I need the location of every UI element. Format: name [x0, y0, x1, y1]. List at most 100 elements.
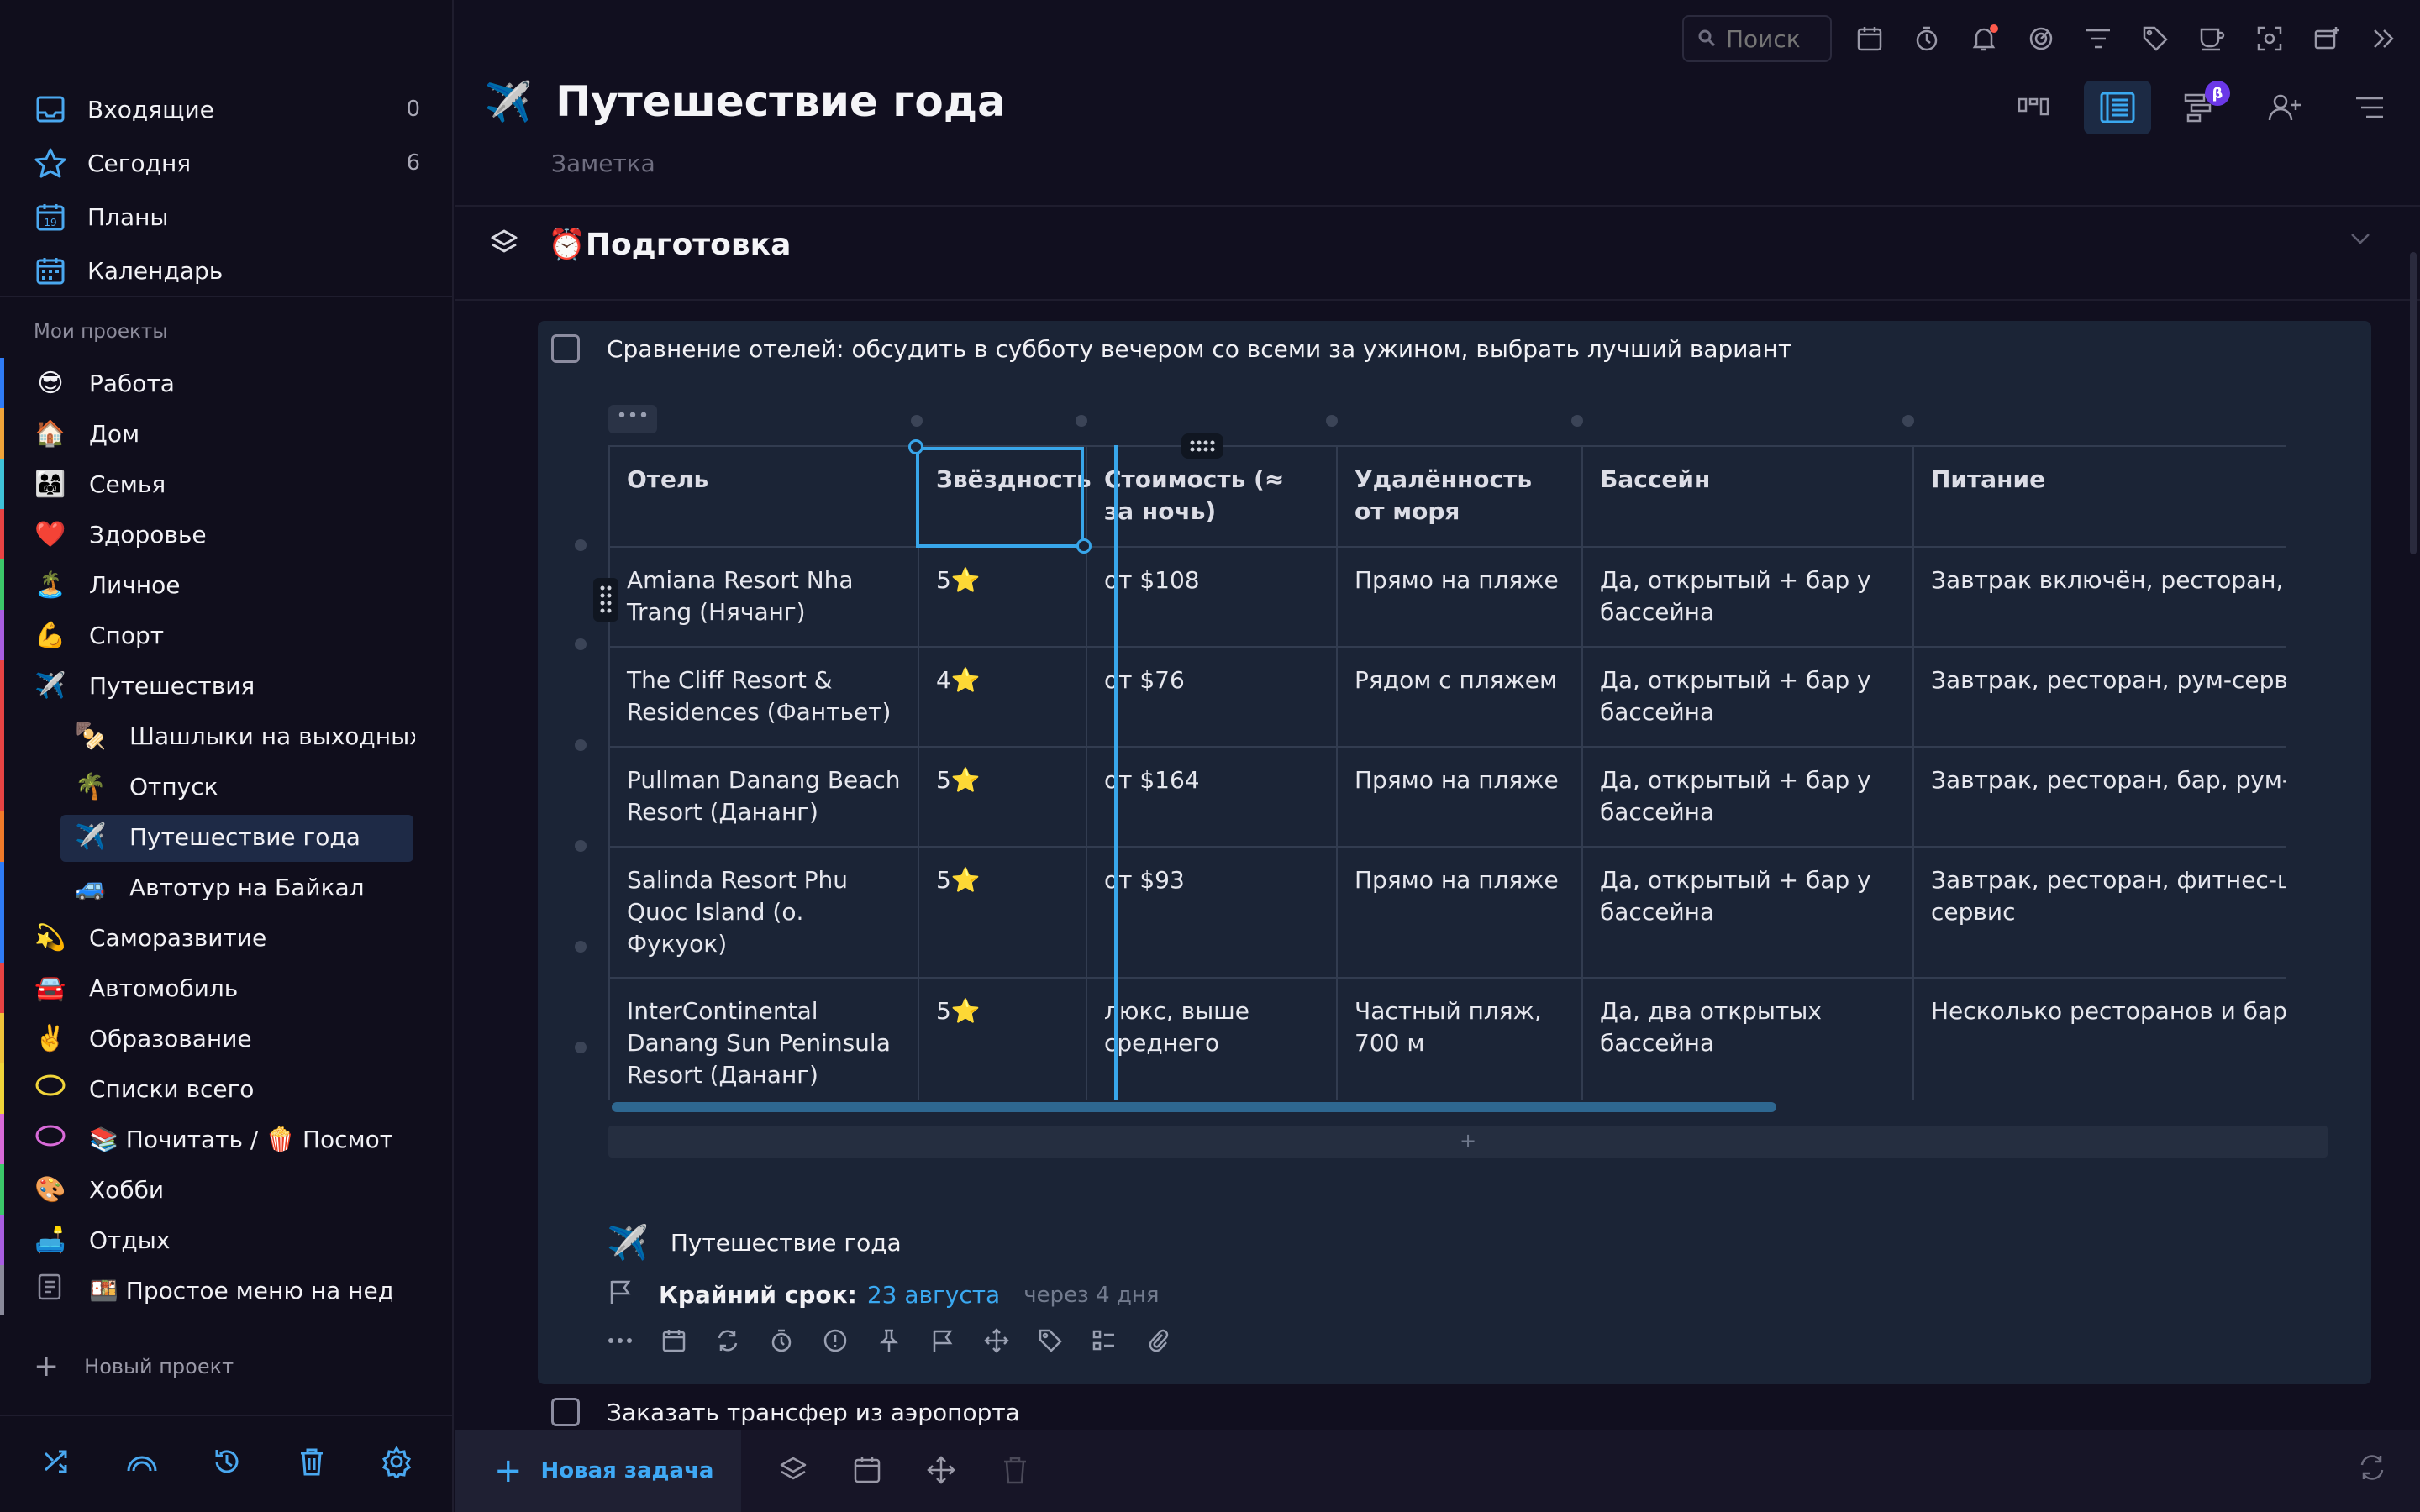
- pin-icon[interactable]: [874, 1326, 904, 1356]
- col-handle-dot[interactable]: [1571, 415, 1583, 427]
- row-handle-dot[interactable]: [575, 539, 587, 551]
- col-handle-dot[interactable]: [1902, 415, 1914, 427]
- column-grip-icon[interactable]: [1181, 433, 1223, 459]
- table-cell[interactable]: Несколько ресторанов и баров: [1912, 977, 2286, 1100]
- sidebar-project-item[interactable]: 🏠 Дом: [0, 408, 454, 459]
- table-cell[interactable]: Да, открытый + бар у бассейна: [1581, 746, 1914, 848]
- row-handle-dot[interactable]: [575, 739, 587, 751]
- tag-icon[interactable]: [1035, 1326, 1065, 1356]
- table-cell[interactable]: 5⭐: [918, 746, 1087, 848]
- table-header-cell[interactable]: Удалённость от моря: [1336, 445, 1583, 548]
- row-handle-dot[interactable]: [575, 1042, 587, 1053]
- table-cell[interactable]: InterContinental Danang Sun Peninsula Re…: [608, 977, 919, 1100]
- task-title[interactable]: Заказать трансфер из аэропорта: [607, 1399, 1020, 1426]
- new-task-button[interactable]: + Новая задача: [455, 1430, 741, 1512]
- sidebar-project-item[interactable]: 🎨 Хобби: [0, 1164, 454, 1215]
- screenshot-icon[interactable]: [2250, 19, 2289, 58]
- gantt-view-icon[interactable]: β: [2168, 81, 2235, 134]
- table-cell[interactable]: Pullman Danang Beach Resort (Дананг): [608, 746, 919, 848]
- selection-handle-bottom[interactable]: [1076, 538, 1092, 554]
- table-cell[interactable]: Прямо на пляже: [1336, 846, 1583, 979]
- row-handle-dot[interactable]: [575, 638, 587, 650]
- shuffle-icon[interactable]: [37, 1441, 77, 1482]
- table-menu-button[interactable]: •••: [608, 405, 657, 433]
- chevron-down-icon[interactable]: [2349, 232, 2371, 249]
- task-title[interactable]: Сравнение отелей: обсудить в субботу веч…: [607, 335, 1791, 363]
- flag-icon[interactable]: [928, 1326, 958, 1356]
- expand-right-icon[interactable]: [2365, 19, 2403, 58]
- sidebar-project-item[interactable]: 🛋️ Отдых: [0, 1215, 454, 1265]
- row-drag-handle-icon[interactable]: [593, 578, 618, 622]
- history-icon[interactable]: [207, 1441, 247, 1482]
- sidebar-project-item[interactable]: 🚘 Автомобиль: [0, 963, 454, 1013]
- task-project[interactable]: ✈️ Путешествие года: [607, 1223, 902, 1263]
- table-cell[interactable]: 5⭐: [918, 846, 1087, 979]
- table-cell[interactable]: Завтрак, ресторан, бар, рум-сервис: [1912, 746, 2286, 848]
- table-cell[interactable]: 4⭐: [918, 646, 1087, 748]
- move-icon[interactable]: [923, 1452, 960, 1488]
- repeat-icon[interactable]: [713, 1326, 743, 1356]
- table-cell[interactable]: Да, открытый + бар у бассейна: [1581, 546, 1914, 648]
- search-box[interactable]: [1682, 15, 1832, 62]
- add-widget-icon[interactable]: [2307, 19, 2346, 58]
- rainbow-icon[interactable]: [122, 1441, 162, 1482]
- bell-icon[interactable]: [1965, 19, 2003, 58]
- sidebar-project-item[interactable]: 📚 Почитать / 🍿 Посмотреть: [0, 1114, 454, 1164]
- calendar-icon[interactable]: [1850, 19, 1889, 58]
- table-cell[interactable]: от $164: [1086, 746, 1338, 848]
- table-header-cell[interactable]: Стоимость (≈ за ночь): [1086, 445, 1338, 548]
- sidebar-project-item[interactable]: ✈️ Путешествие года: [0, 811, 454, 862]
- sidebar-project-item[interactable]: 🏝️ Личное: [0, 559, 454, 610]
- sidebar-project-item[interactable]: ❤️ Здоровье: [0, 509, 454, 559]
- page-note-placeholder[interactable]: Заметка: [551, 150, 655, 177]
- page-title[interactable]: Путешествие года: [555, 77, 1006, 126]
- table-cell[interactable]: Да, открытый + бар у бассейна: [1581, 846, 1914, 979]
- kanban-view-icon[interactable]: [2000, 81, 2067, 134]
- table-cell[interactable]: Salinda Resort Phu Quoc Island (о. Фукуо…: [608, 846, 919, 979]
- trash-icon[interactable]: [997, 1452, 1034, 1488]
- table-cell[interactable]: Рядом с пляжем: [1336, 646, 1583, 748]
- sidebar-project-item[interactable]: 👨‍👩‍👧 Семья: [0, 459, 454, 509]
- new-project-button[interactable]: + Новый проект: [34, 1349, 234, 1383]
- selection-handle-top[interactable]: [908, 439, 923, 454]
- col-handle-dot[interactable]: [911, 415, 923, 427]
- table-cell[interactable]: Завтрак, ресторан, рум-сервис: [1912, 646, 2286, 748]
- task-checkbox[interactable]: [551, 334, 580, 363]
- table-cell[interactable]: Да, открытый + бар у бассейна: [1581, 646, 1914, 748]
- gear-icon[interactable]: [376, 1441, 417, 1482]
- main-vertical-scrollbar[interactable]: [2410, 252, 2417, 554]
- table-cell[interactable]: Amiana Resort Nha Trang (Нячанг): [608, 546, 919, 648]
- column-resize-line[interactable]: [1114, 445, 1118, 1100]
- table-cell[interactable]: 5⭐: [918, 977, 1087, 1100]
- table-cell[interactable]: Да, два открытых бассейна: [1581, 977, 1914, 1100]
- table-header-cell[interactable]: Питание: [1912, 445, 2286, 548]
- table-horizontal-scrollbar[interactable]: [612, 1102, 1776, 1112]
- sidebar-project-item[interactable]: 🍱 Простое меню на неделю: [0, 1265, 454, 1315]
- table-cell[interactable]: Прямо на пляже: [1336, 746, 1583, 848]
- filter-icon[interactable]: [2079, 19, 2118, 58]
- table-cell[interactable]: люкс, выше среднего: [1086, 977, 1338, 1100]
- table-cell[interactable]: от $108: [1086, 546, 1338, 648]
- checklist-icon[interactable]: [1089, 1326, 1119, 1356]
- nav-today[interactable]: Сегодня 6: [0, 136, 454, 190]
- table-header-cell[interactable]: Бассейн: [1581, 445, 1914, 548]
- table-cell[interactable]: 5⭐: [918, 546, 1087, 648]
- table-cell[interactable]: Завтрак включён, ресторан, рум-сервис: [1912, 546, 2286, 648]
- table-cell[interactable]: Прямо на пляже: [1336, 546, 1583, 648]
- table-cell[interactable]: от $76: [1086, 646, 1338, 748]
- row-handle-dot[interactable]: [575, 941, 587, 953]
- paperclip-icon[interactable]: [1143, 1326, 1173, 1356]
- nav-plans[interactable]: 19 Планы: [0, 190, 454, 244]
- table-cell[interactable]: Завтрак, ресторан, фитнес-центр, рум-сер…: [1912, 846, 2286, 979]
- sidebar-project-item[interactable]: 💫 Саморазвитие: [0, 912, 454, 963]
- deadline-date[interactable]: 23 августа: [867, 1281, 1000, 1309]
- sidebar-project-item[interactable]: ✌️ Образование: [0, 1013, 454, 1063]
- timer-icon[interactable]: [766, 1326, 797, 1356]
- coffee-icon[interactable]: [2193, 19, 2232, 58]
- add-table-row-button[interactable]: +: [608, 1126, 2328, 1158]
- col-handle-dot[interactable]: [1076, 415, 1087, 427]
- move-icon[interactable]: [981, 1326, 1012, 1356]
- sidebar-project-item[interactable]: 🍢 Шашлыки на выходных: [0, 711, 454, 761]
- more-icon[interactable]: [605, 1326, 635, 1356]
- table-cell[interactable]: от $93: [1086, 846, 1338, 979]
